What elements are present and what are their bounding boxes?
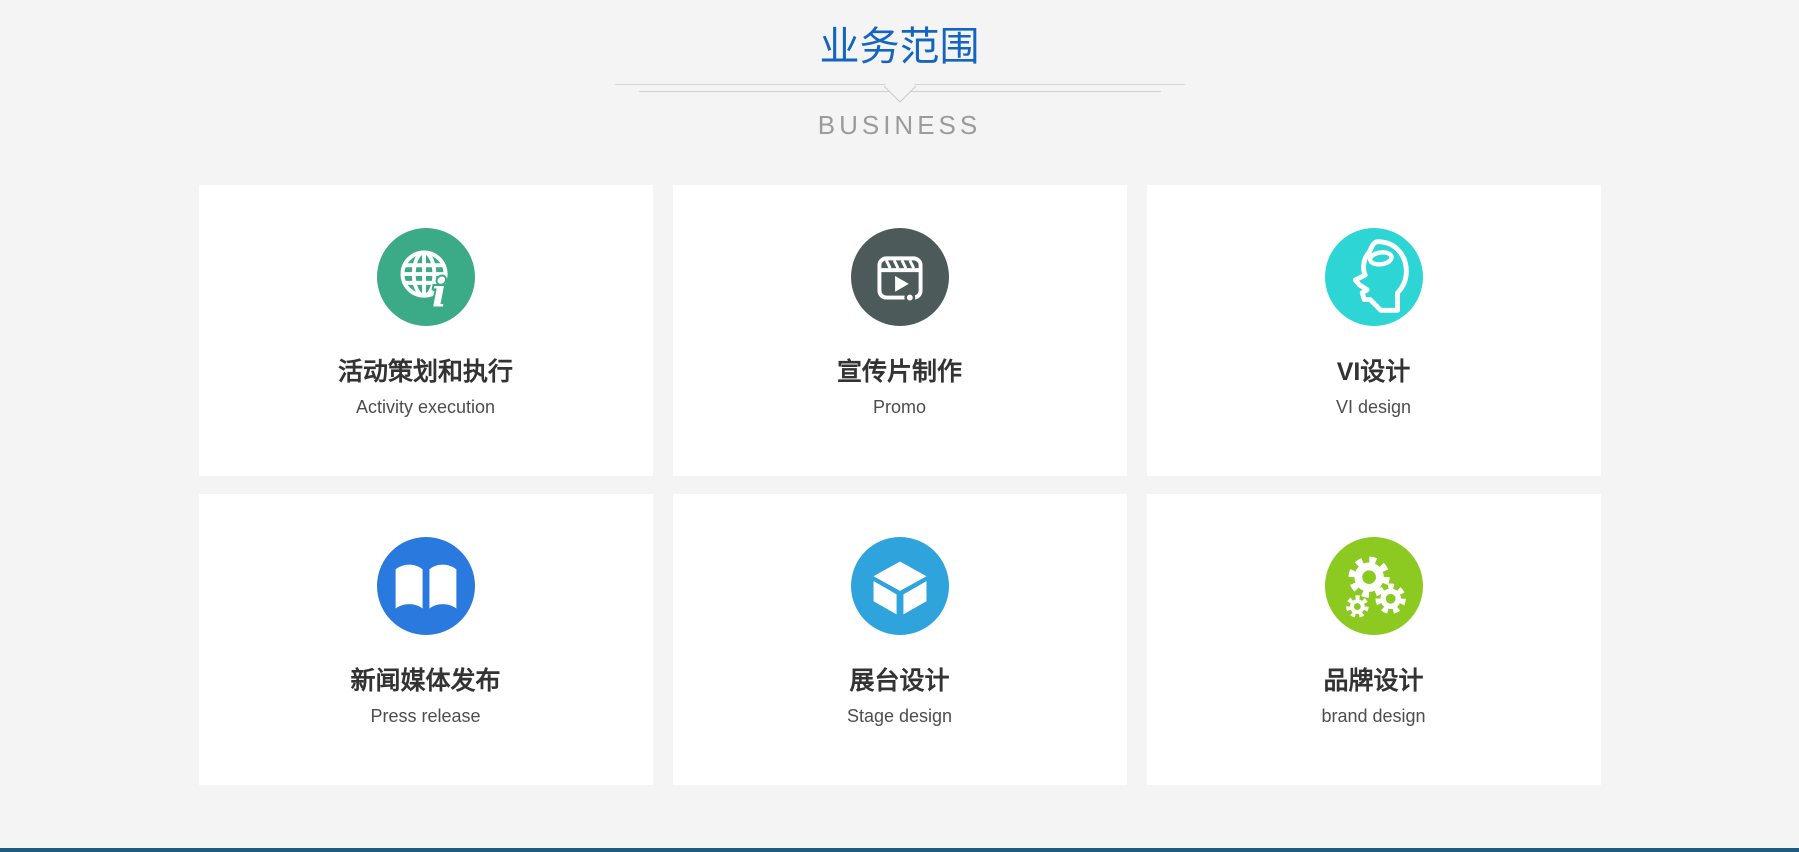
gears-icon <box>1325 537 1423 635</box>
section-subtitle: BUSINESS <box>0 110 1799 141</box>
service-card-promo[interactable]: 宣传片制作 Promo <box>673 185 1127 476</box>
service-subtitle: Press release <box>370 707 480 725</box>
services-grid: i 活动策划和执行 Activity execution 宣传片制作 Promo <box>199 185 1601 785</box>
service-title: 品牌设计 <box>1323 669 1423 694</box>
service-card-activity[interactable]: i 活动策划和执行 Activity execution <box>199 185 653 476</box>
page-title: 业务范围 <box>0 0 1799 69</box>
service-card-stage[interactable]: 展台设计 Stage design <box>673 494 1127 785</box>
service-title: VI设计 <box>1337 360 1411 385</box>
svg-text:i: i <box>431 270 446 316</box>
service-title: 活动策划和执行 <box>338 360 513 385</box>
head-profile-icon <box>1325 228 1423 326</box>
open-book-icon <box>377 537 475 635</box>
service-card-brand[interactable]: 品牌设计 brand design <box>1147 494 1601 785</box>
service-subtitle: Stage design <box>847 707 952 725</box>
service-card-press[interactable]: 新闻媒体发布 Press release <box>199 494 653 785</box>
bottom-border <box>0 848 1799 852</box>
service-title: 宣传片制作 <box>837 360 962 385</box>
service-card-vi-design[interactable]: VI设计 VI design <box>1147 185 1601 476</box>
title-divider <box>615 84 1185 104</box>
clapperboard-play-icon <box>851 228 949 326</box>
service-subtitle: Activity execution <box>356 398 495 416</box>
chevron-down-icon <box>883 70 916 103</box>
service-title: 新闻媒体发布 <box>350 669 500 694</box>
globe-info-icon: i <box>377 228 475 326</box>
service-subtitle: VI design <box>1336 398 1411 416</box>
cube-icon <box>851 537 949 635</box>
service-subtitle: Promo <box>873 398 926 416</box>
service-subtitle: brand design <box>1321 707 1425 725</box>
service-title: 展台设计 <box>849 669 949 694</box>
